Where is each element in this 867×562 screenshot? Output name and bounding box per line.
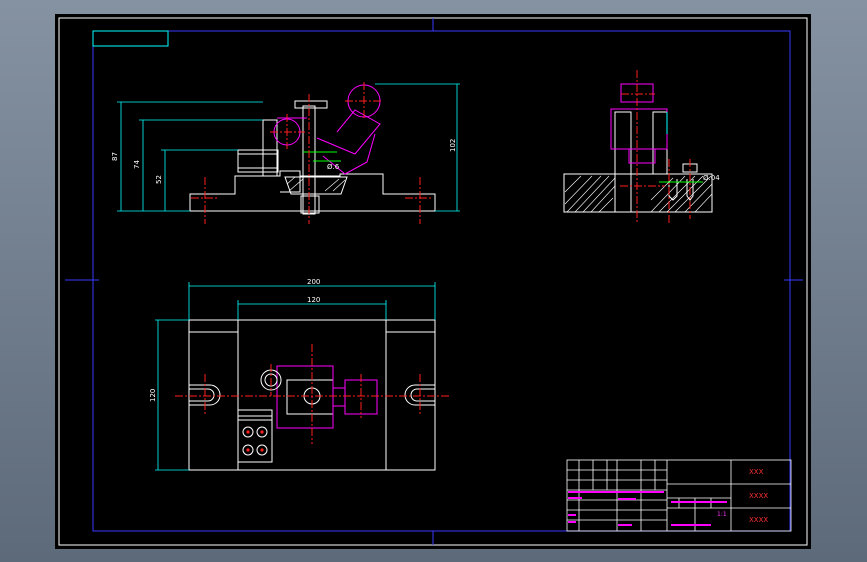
side-view: Ø.04	[563, 70, 720, 224]
title-block-field-2: XXXX	[749, 492, 768, 500]
top-view: 200 120 120	[149, 278, 450, 471]
side-column-right	[652, 111, 668, 175]
front-dim-52: 52	[155, 175, 163, 184]
title-block-scale: 1:1	[717, 511, 727, 518]
front-dim-102: 102	[449, 139, 457, 152]
top-dim-120-w: 120	[307, 296, 320, 304]
front-dim-74: 74	[133, 160, 141, 169]
top-clamp-outline	[276, 365, 334, 429]
front-view: Ø.6 87 74 52 102	[111, 82, 460, 224]
front-dim-87: 87	[111, 152, 119, 161]
front-centerlines	[191, 82, 433, 224]
top-dimension-lines	[155, 282, 436, 471]
top-holes	[242, 426, 268, 456]
top-slot-left-inner	[189, 388, 215, 402]
top-inner-plate	[237, 319, 387, 471]
front-tolerance-label: Ø.6	[327, 163, 340, 171]
title-block-field-3: XXXX	[749, 516, 768, 524]
inner-border	[92, 30, 791, 532]
drawing-sheet: Ø.6 87 74 52 102 Ø.04 200 120 120 XXX XX…	[55, 14, 811, 549]
cad-drawing: Ø.6 87 74 52 102 Ø.04 200 120 120 XXX XX…	[58, 17, 808, 546]
title-block-magenta-fill	[568, 491, 727, 526]
top-slot-right-inner	[410, 388, 435, 402]
outer-frame	[58, 17, 808, 546]
top-center-block	[286, 379, 334, 415]
top-hole-centers	[246, 430, 264, 452]
title-block-drawing-name: XXX	[749, 468, 764, 476]
top-dim-200: 200	[307, 278, 320, 286]
front-nut-hatch-lines	[286, 176, 346, 192]
side-clamp-lower	[628, 148, 656, 164]
drawing-number-box	[92, 30, 169, 47]
frame-center-marks	[65, 18, 803, 545]
side-clamp-body	[610, 108, 668, 150]
top-hole-block	[237, 409, 273, 463]
front-block	[237, 149, 279, 173]
top-base-plate	[188, 319, 436, 471]
front-bolt-head	[300, 195, 320, 214]
side-tolerance-label: Ø.04	[703, 174, 720, 182]
front-top-cap	[294, 100, 328, 109]
front-nut-hatch	[284, 176, 348, 195]
top-dim-120-h: 120	[149, 389, 157, 402]
top-centerlines	[175, 344, 450, 444]
